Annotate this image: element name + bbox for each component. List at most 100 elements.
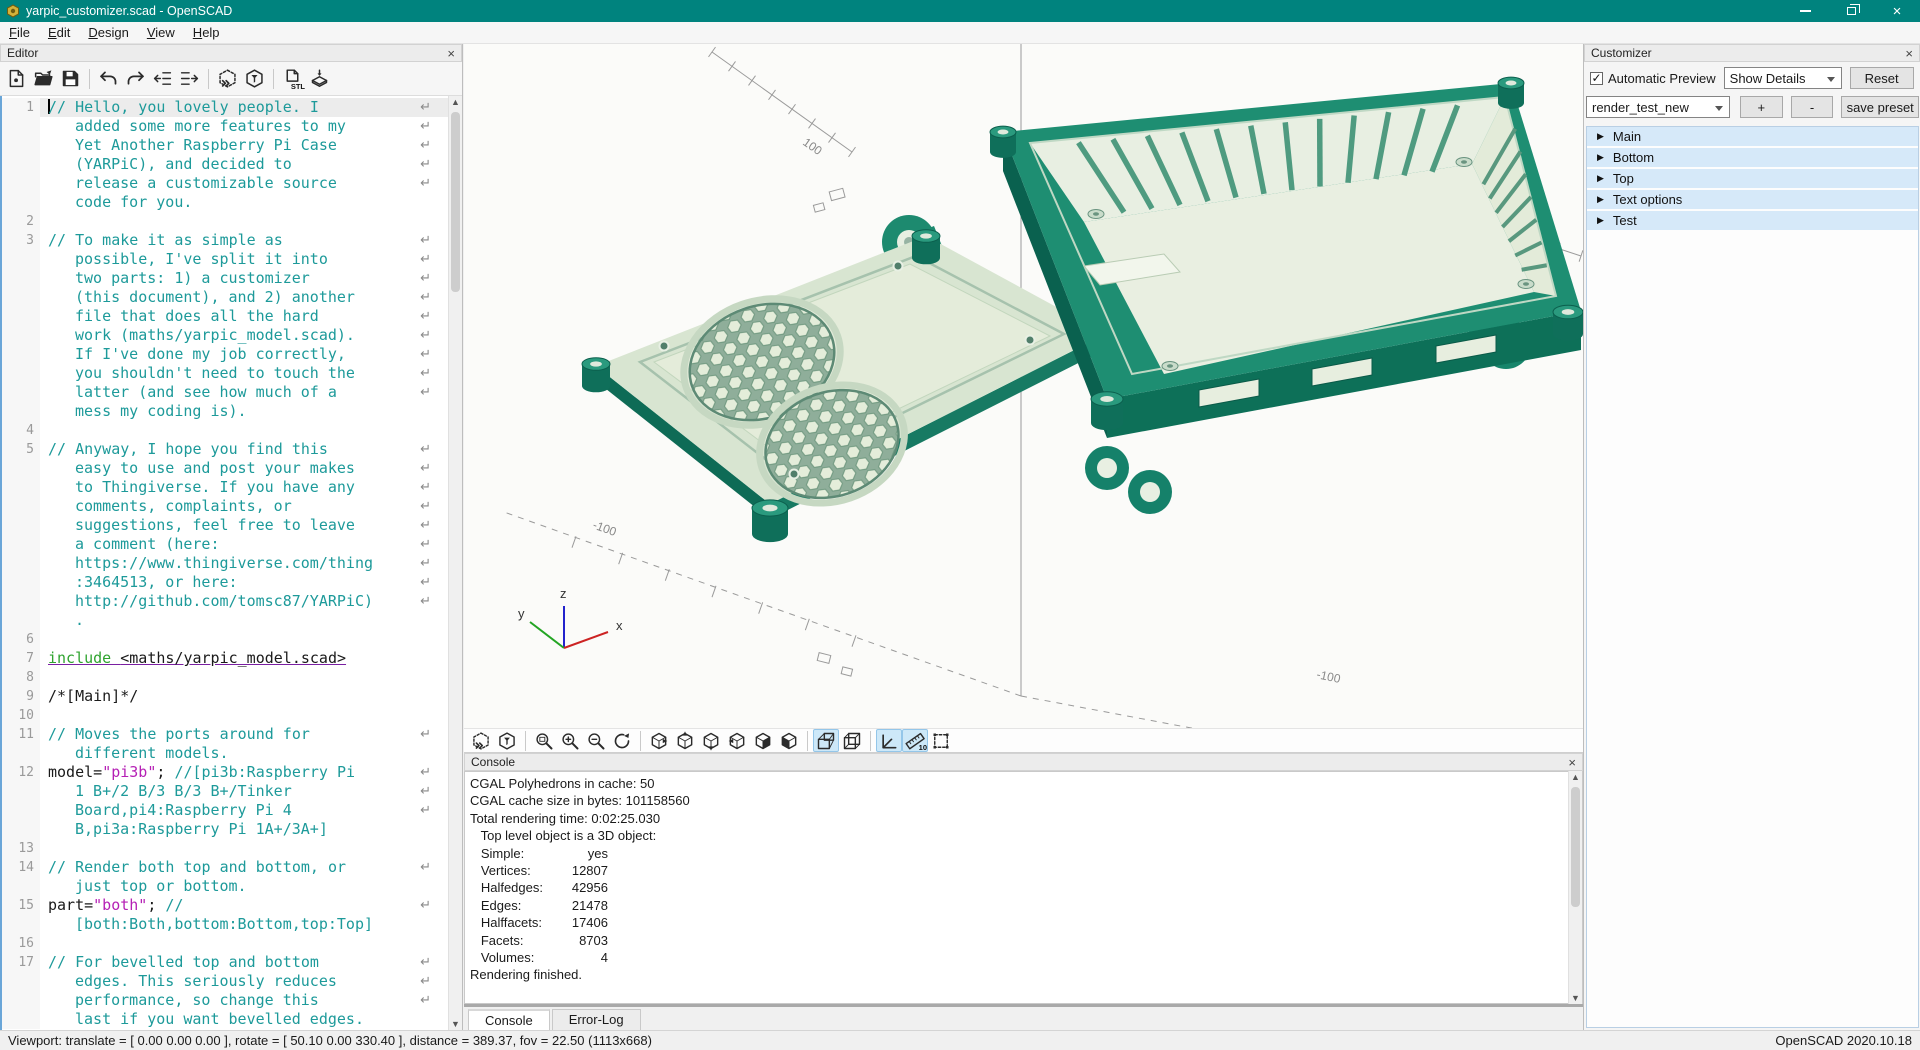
code-line[interactable]: :3464513, or here:↵ [2,573,449,592]
code-editor[interactable]: 1// Hello, you lovely people. I↵added so… [0,96,449,1030]
code-line[interactable]: performance, so change this↵ [2,991,449,1010]
code-line[interactable]: 5// Anyway, I hope you find this↵ [2,440,449,459]
code-line[interactable]: work (maths/yarpic_model.scad).↵ [2,326,449,345]
zoom-in-icon[interactable] [557,729,583,752]
tab-error-log[interactable]: Error-Log [552,1009,641,1030]
redo-icon[interactable] [122,66,149,92]
open-file-icon[interactable] [30,66,57,92]
code-line[interactable]: possible, I've split it into↵ [2,250,449,269]
console-close-icon[interactable]: × [1568,756,1576,769]
code-line[interactable]: (this document), and 2) another↵ [2,288,449,307]
reset-view-icon[interactable] [609,729,635,752]
code-line[interactable]: added some more features to my↵ [2,117,449,136]
code-line[interactable]: 7include <maths/yarpic_model.scad> [2,649,449,668]
indent-icon[interactable] [176,66,203,92]
code-line[interactable]: 4 [2,421,449,440]
perspective-icon[interactable] [813,729,839,752]
code-line[interactable]: Yet Another Raspberry Pi Case↵ [2,136,449,155]
console-output[interactable]: CGAL Polyhedrons in cache: 50CGAL cache … [464,771,1583,1004]
close-button[interactable]: × [1874,0,1920,22]
console-scrollbar[interactable]: ▲ ▼ [1568,771,1582,1004]
view-right-icon[interactable] [646,729,672,752]
scroll-up-icon[interactable]: ▲ [1569,772,1582,782]
customizer-group-test[interactable]: ▶Test [1587,211,1918,232]
unindent-icon[interactable] [149,66,176,92]
undo-icon[interactable] [95,66,122,92]
code-line[interactable]: to Thingiverse. If you have any↵ [2,478,449,497]
code-line[interactable]: 9/*[Main]*/ [2,687,449,706]
code-line[interactable]: 12model="pi3b"; //[pi3b:Raspberry Pi↵ [2,763,449,782]
customizer-group-top[interactable]: ▶Top [1587,169,1918,190]
preset-dropdown[interactable]: render_test_new [1586,96,1730,118]
view-back-icon[interactable] [776,729,802,752]
save-file-icon[interactable] [57,66,84,92]
editor-close-icon[interactable]: × [447,47,455,60]
menu-item-view[interactable]: View [138,22,184,43]
code-line[interactable]: latter (and see how much of a↵ [2,383,449,402]
code-line[interactable]: [both:Both,bottom:Bottom,top:Top] [2,915,449,934]
code-line[interactable]: 1// Hello, you lovely people. I↵ [2,98,449,117]
menu-item-file[interactable]: File [0,22,39,43]
code-line[interactable]: 14// Render both top and bottom, or↵ [2,858,449,877]
reset-button[interactable]: Reset [1850,67,1914,89]
code-line[interactable]: 16 [2,934,449,953]
remove-preset-button[interactable]: - [1791,96,1834,118]
code-line[interactable]: file that does all the hard↵ [2,307,449,326]
code-line[interactable]: 3// To make it as simple as↵ [2,231,449,250]
export-stl-icon[interactable]: STL [279,66,306,92]
menu-item-edit[interactable]: Edit [39,22,79,43]
scroll-down-icon[interactable]: ▼ [449,1019,462,1029]
restore-button[interactable] [1828,0,1874,22]
add-preset-button[interactable]: + [1740,96,1783,118]
code-line[interactable]: last if you want bevelled edges. [2,1010,449,1029]
view-left-icon[interactable] [724,729,750,752]
preview-icon[interactable] [468,729,494,752]
minimize-button[interactable] [1782,0,1828,22]
customizer-group-bottom[interactable]: ▶Bottom [1587,148,1918,169]
code-line[interactable]: Board,pi4:Raspberry Pi 4↵ [2,801,449,820]
tab-console[interactable]: Console [468,1009,550,1031]
view-all-icon[interactable] [928,729,954,752]
automatic-preview-checkbox[interactable]: ✓ [1590,72,1603,85]
code-line[interactable]: release a customizable source↵ [2,174,449,193]
code-line[interactable]: http://github.com/tomsc87/YARPiC)↵ [2,592,449,611]
details-dropdown[interactable]: Show Details [1724,67,1842,89]
send-to-printer-icon[interactable] [306,66,333,92]
menu-item-help[interactable]: Help [184,22,229,43]
code-line[interactable]: code for you. [2,193,449,212]
code-line[interactable]: https://www.thingiverse.com/thing↵ [2,554,449,573]
show-axes-icon[interactable] [876,729,902,752]
zoom-out-icon[interactable] [583,729,609,752]
view-bottom-icon[interactable] [698,729,724,752]
code-line[interactable]: 2 [2,212,449,231]
code-line[interactable]: edges. This seriously reduces↵ [2,972,449,991]
customizer-group-main[interactable]: ▶Main [1587,127,1918,148]
code-line[interactable]: 17// For bevelled top and bottom↵ [2,953,449,972]
code-line[interactable]: easy to use and post your makes↵ [2,459,449,478]
code-line[interactable]: 1 B+/2 B/3 B/3 B+/Tinker↵ [2,782,449,801]
code-line[interactable]: 15part="both"; //↵ [2,896,449,915]
preview-icon[interactable] [214,66,241,92]
3d-viewport[interactable]: 100 -100 -100 [464,44,1583,728]
scroll-up-icon[interactable]: ▲ [449,97,462,107]
customizer-close-icon[interactable]: × [1905,47,1913,60]
code-line[interactable]: a comment (here:↵ [2,535,449,554]
render-icon[interactable] [494,729,520,752]
menu-item-design[interactable]: Design [79,22,137,43]
code-line[interactable]: If I've done my job correctly,↵ [2,345,449,364]
show-scale-markers-icon[interactable]: 10 [902,729,928,752]
editor-scrollbar[interactable]: ▲ ▼ [448,96,462,1030]
code-line[interactable]: mess my coding is). [2,402,449,421]
code-line[interactable]: suggestions, feel free to leave↵ [2,516,449,535]
code-line[interactable]: you shouldn't need to touch the↵ [2,364,449,383]
code-line[interactable]: two parts: 1) a customizer↵ [2,269,449,288]
customizer-group-text-options[interactable]: ▶Text options [1587,190,1918,211]
code-line[interactable]: B,pi3a:Raspberry Pi 1A+/3A+] [2,820,449,839]
code-line[interactable]: 8 [2,668,449,687]
code-line[interactable]: different models. [2,744,449,763]
code-line[interactable]: . [2,611,449,630]
zoom-all-icon[interactable] [531,729,557,752]
save-preset-button[interactable]: save preset [1841,96,1919,118]
view-top-icon[interactable] [672,729,698,752]
code-line[interactable]: 10 [2,706,449,725]
